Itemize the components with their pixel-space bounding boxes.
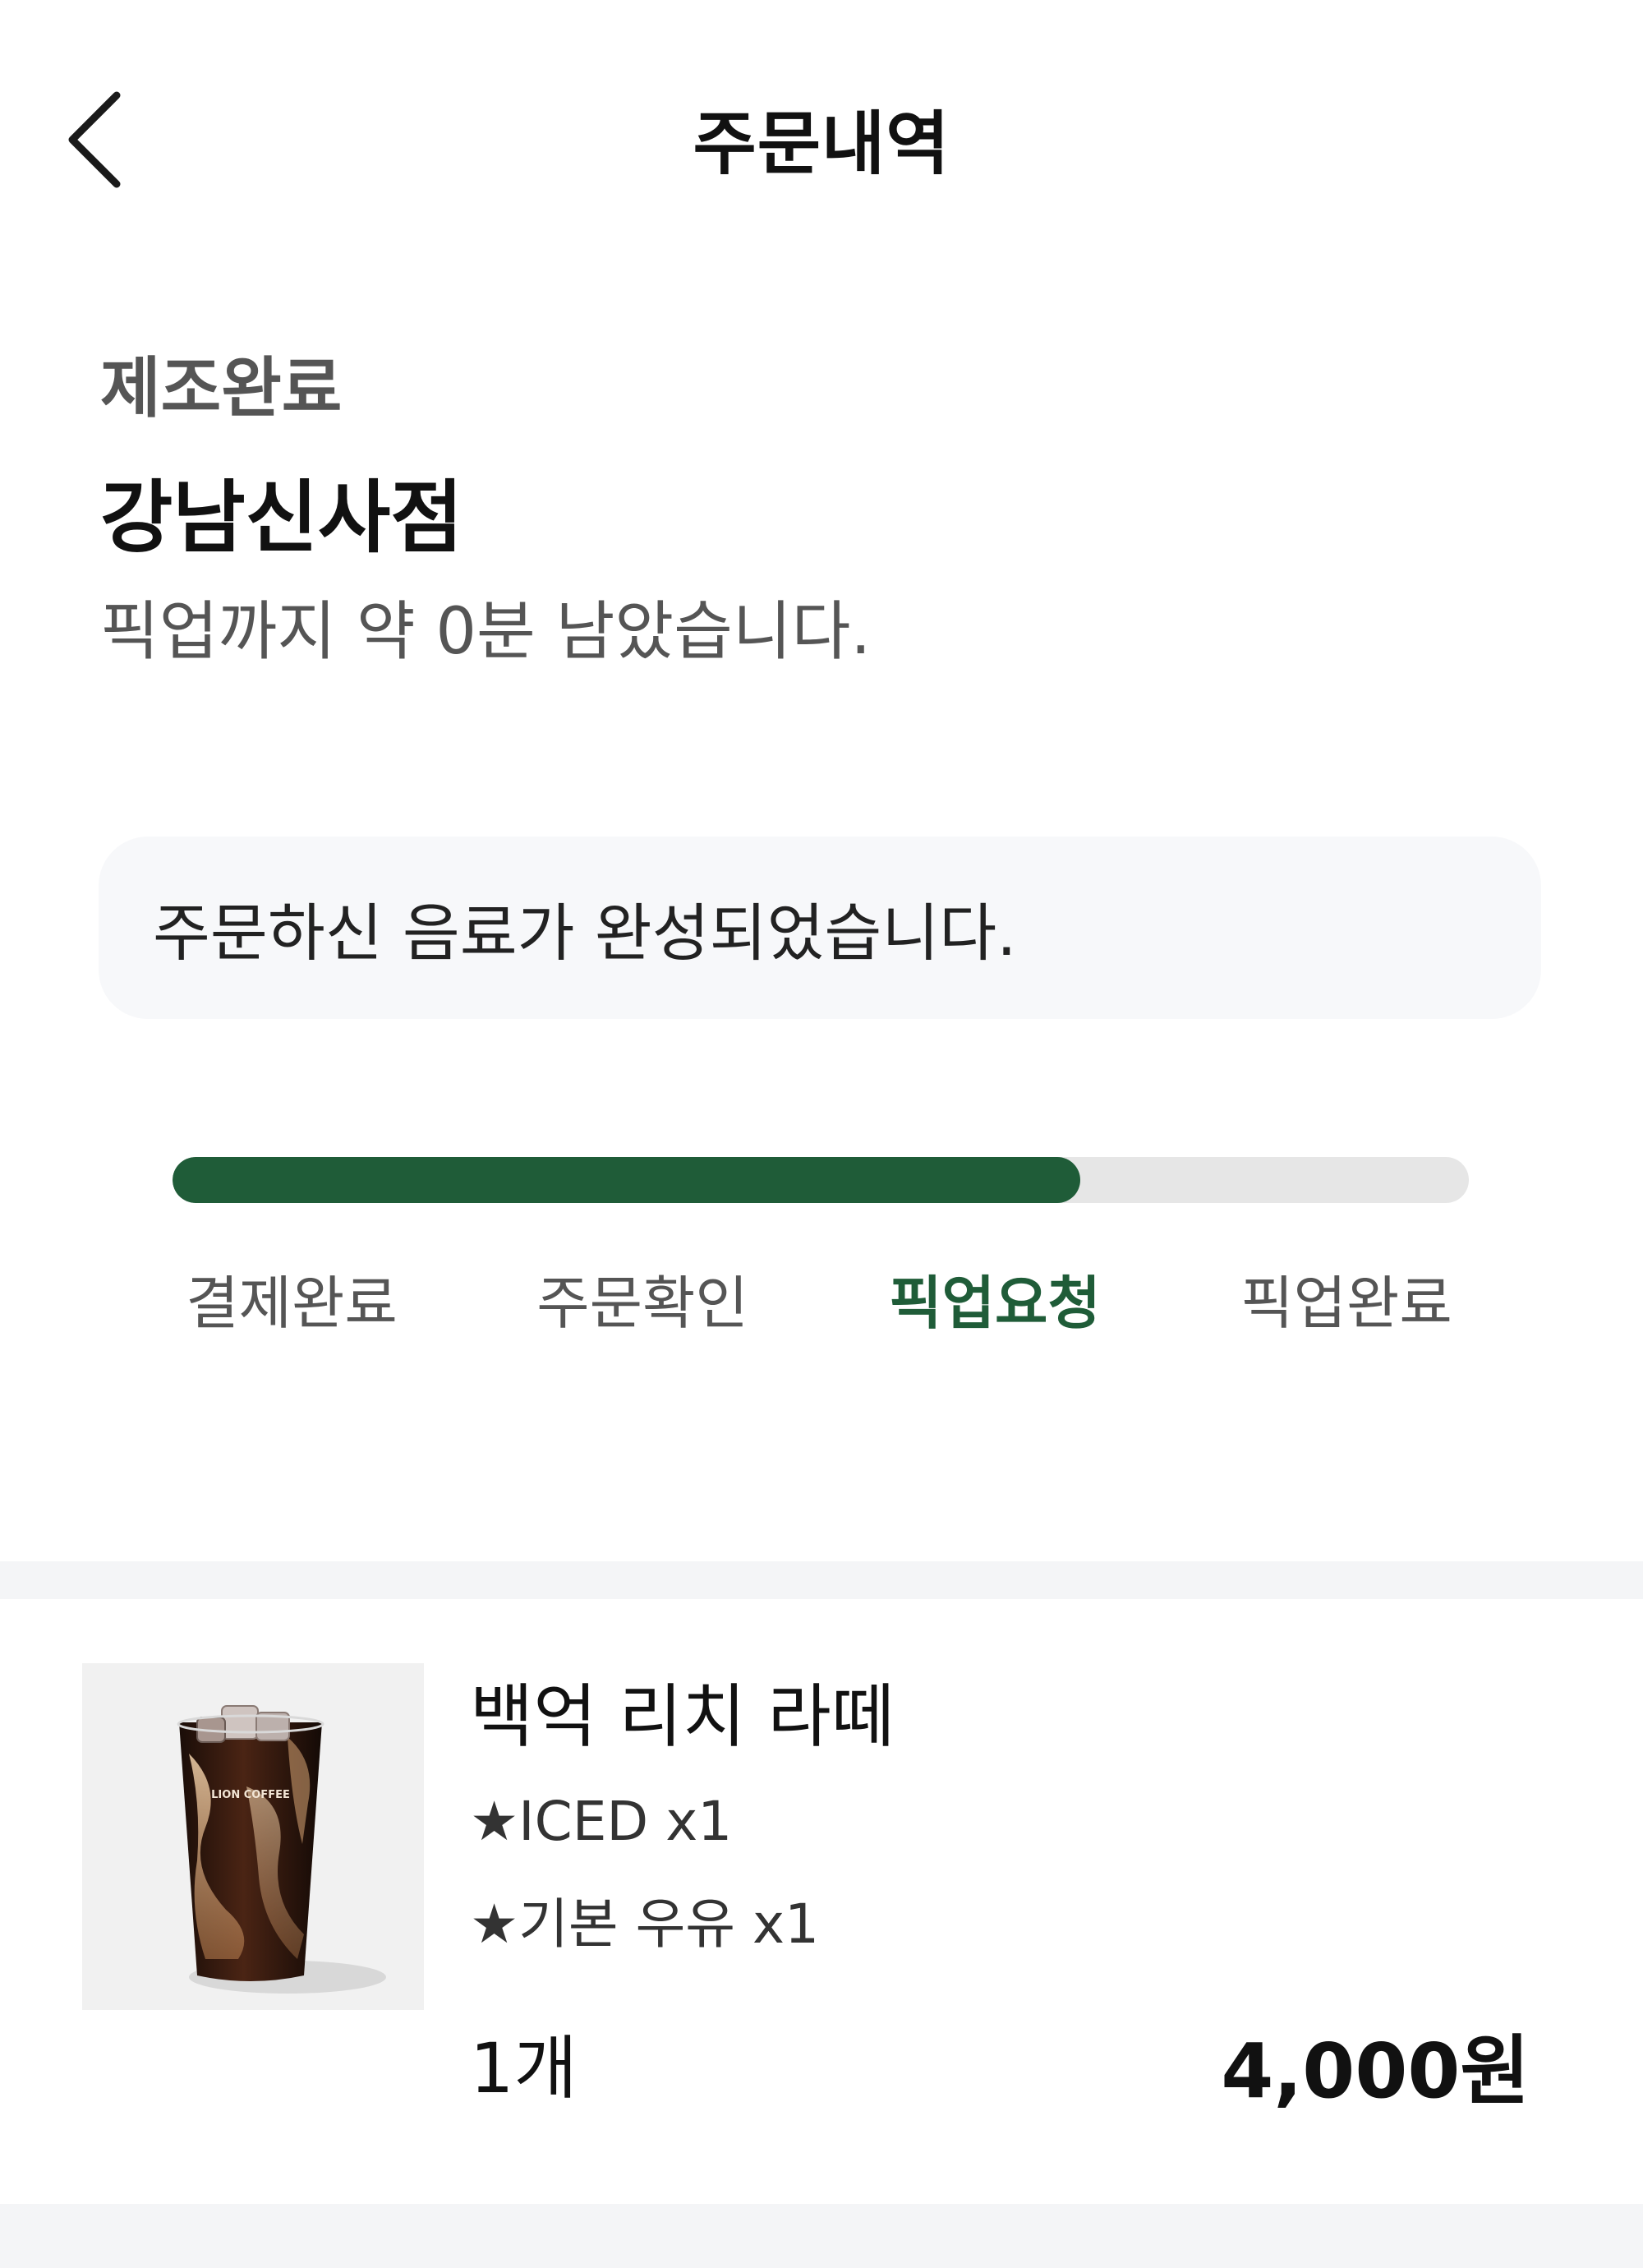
order-status: 제조완료 bbox=[100, 350, 343, 426]
header: 주문내역 bbox=[0, 0, 1643, 279]
step-pickup-requested: 픽업요청 bbox=[889, 1270, 1101, 1337]
step-payment-complete: 결제완료 bbox=[186, 1270, 398, 1337]
iced-latte-cup-image: LION COFFEE bbox=[177, 1705, 386, 1994]
svg-text:LION COFFEE: LION COFFEE bbox=[211, 1789, 290, 1801]
page-title: 주문내역 bbox=[693, 104, 950, 184]
store-name: 강남신사점 bbox=[100, 472, 463, 564]
item-option: ★ICED x1 bbox=[470, 1790, 733, 1853]
item-price: 4,000원 bbox=[1221, 2027, 1530, 2115]
progress-steps: 결제완료 주문확인 픽업요청 픽업완료 bbox=[0, 1257, 1643, 1339]
item-name: 백억 리치 라떼 bbox=[470, 1676, 895, 1757]
step-order-confirmed: 주문확인 bbox=[536, 1270, 748, 1337]
section-divider-bottom bbox=[0, 2204, 1643, 2268]
pickup-eta: 픽업까지 약 0분 남았습니다. bbox=[100, 595, 872, 669]
notice-message: 주문하신 음료가 완성되었습니다. bbox=[153, 897, 1017, 970]
progress-track bbox=[173, 1157, 1469, 1203]
notice-box: 주문하신 음료가 완성되었습니다. bbox=[99, 837, 1541, 1019]
step-pickup-complete: 픽업완료 bbox=[1240, 1270, 1452, 1337]
section-divider bbox=[0, 1561, 1643, 1599]
item-quantity: 1개 bbox=[470, 2028, 578, 2109]
item-option: ★기본 우유 x1 bbox=[470, 1892, 820, 1956]
item-image: LION COFFEE bbox=[82, 1663, 424, 2010]
progress-fill bbox=[173, 1157, 1080, 1203]
